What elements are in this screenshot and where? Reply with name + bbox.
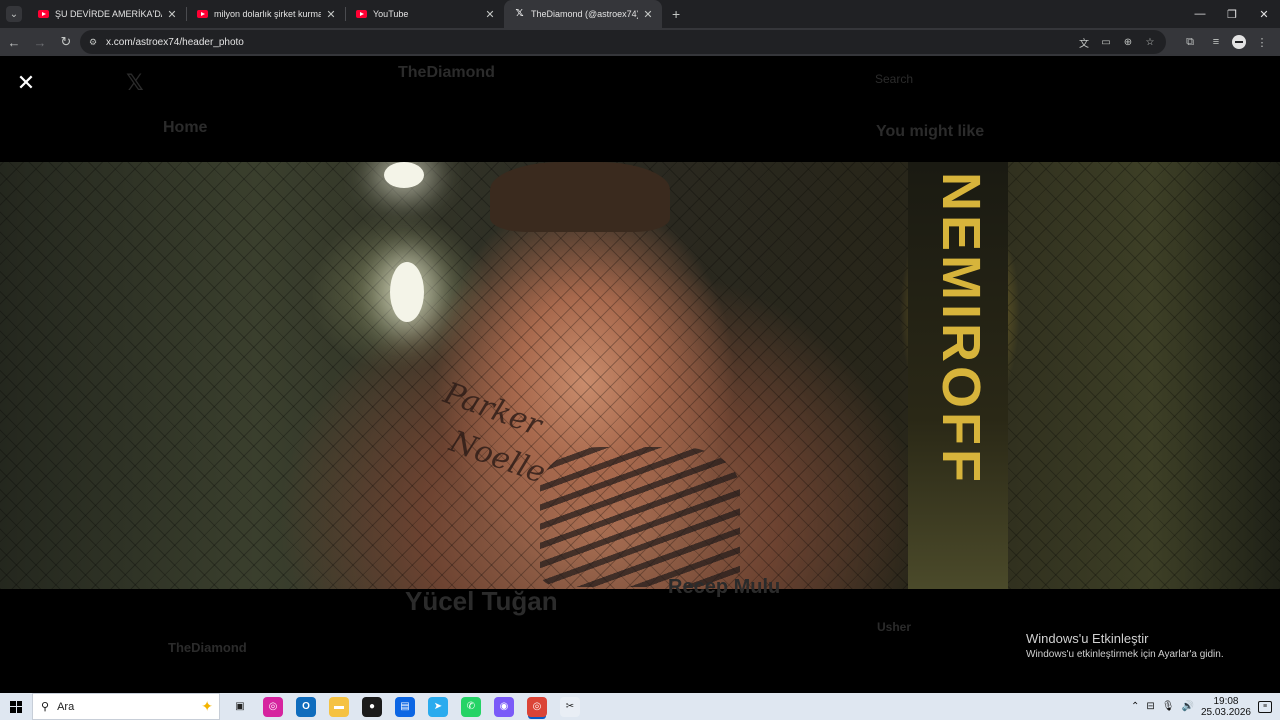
restore-button[interactable]: ❐: [1216, 0, 1248, 28]
tab-0[interactable]: ŞU DEVİRDE AMERİKA'DA YAŞAMAK ✕: [28, 0, 186, 28]
arena-light: [390, 262, 424, 322]
tab-2[interactable]: YouTube ✕: [346, 0, 504, 28]
search-icon: ⚲: [41, 701, 50, 713]
task-view-icon[interactable]: ▣: [230, 696, 250, 717]
tab-close-icon[interactable]: ✕: [325, 8, 337, 21]
tab-close-icon[interactable]: ✕: [166, 8, 178, 21]
chrome-icon[interactable]: ◎: [527, 696, 547, 717]
whatsapp-icon[interactable]: ✆: [461, 696, 481, 717]
ghost-profile-name: TheDiamond: [398, 64, 495, 81]
x-icon: 𝕏: [515, 8, 524, 19]
arena-light: [384, 162, 424, 188]
tab-close-icon[interactable]: ✕: [484, 8, 496, 21]
back-button[interactable]: ←: [2, 30, 26, 54]
ghost-search: Search: [875, 72, 914, 86]
tab-3-active[interactable]: 𝕏 TheDiamond (@astroex74) / X ✕: [504, 0, 662, 28]
x-logo-icon: 𝕏: [126, 70, 144, 95]
tab-title: YouTube: [373, 9, 409, 19]
reload-button[interactable]: ↻: [54, 30, 78, 54]
header-photo: NEMIROFF Parker Noelle: [0, 162, 1280, 589]
cast-icon[interactable]: ▭: [1098, 37, 1114, 48]
menu-kebab-icon[interactable]: ⋮: [1252, 36, 1272, 49]
clock-date: 25.03.2026: [1200, 706, 1251, 718]
header-photo-viewer: 𝕏 TheDiamond Home Search You might like …: [0, 56, 1280, 693]
url-text[interactable]: x.com/astroex74/header_photo: [106, 37, 244, 48]
extensions-icon[interactable]: ⧉: [1180, 36, 1200, 49]
close-window-button[interactable]: ✕: [1248, 0, 1280, 28]
windows-logo-icon: [10, 700, 22, 713]
profile-avatar-icon[interactable]: [1232, 35, 1246, 49]
notification-icon[interactable]: ≡: [1258, 700, 1272, 713]
fighter-hair: [490, 162, 670, 232]
close-viewer-button[interactable]: ✕: [16, 72, 36, 94]
instagram-icon[interactable]: ◎: [263, 696, 283, 717]
taskbar-apps: ▣ ◎ O ▬ ● ▤ ➤ ✆ ◉ ◎ ✂: [230, 696, 580, 717]
trello-icon[interactable]: ▤: [395, 696, 415, 717]
spotify-like-icon[interactable]: ●: [362, 696, 382, 717]
site-info-icon[interactable]: ⚙: [86, 35, 100, 49]
windows-taskbar: ⚲ Ara ✦ ▣ ◎ O ▬ ● ▤ ➤ ✆ ◉ ◎ ✂ ⌃ ⊟ 🎙 🔊 19:08 25.03.…: [0, 693, 1280, 720]
tab-close-icon[interactable]: ✕: [642, 8, 654, 21]
toolbar-right: ⧉ ≡ ⋮: [1180, 30, 1272, 54]
ghost-nav-home: Home: [163, 119, 208, 136]
ghost-suggestion: Usher: [877, 620, 912, 634]
translate-icon[interactable]: 文: [1076, 35, 1092, 50]
tray-overflow-icon[interactable]: ⌃: [1131, 701, 1139, 712]
browser-tab-strip: ⌄ ŞU DEVİRDE AMERİKA'DA YAŞAMAK ✕ milyon…: [0, 0, 1280, 28]
tab-1[interactable]: milyon dolarlık şirket kurma rehberi ✕: [187, 0, 345, 28]
volume-icon[interactable]: 🔊: [1181, 701, 1193, 712]
windows-activation-watermark: Windows'u Etkinleştir Windows'u etkinleş…: [1026, 631, 1224, 660]
search-highlight-icon: ✦: [201, 698, 213, 714]
new-tab-button[interactable]: +: [672, 6, 680, 22]
tab-title: milyon dolarlık şirket kurma rehberi: [214, 9, 321, 19]
telegram-icon[interactable]: ➤: [428, 696, 448, 717]
banner-text: NEMIROFF: [931, 172, 991, 486]
youtube-icon: [38, 10, 49, 18]
messenger-icon[interactable]: ◉: [494, 696, 514, 717]
media-controls-icon[interactable]: ≡: [1206, 36, 1226, 48]
minimize-button[interactable]: —: [1184, 0, 1216, 28]
system-tray: ⌃ ⊟ 🎙 🔊 19:08 25.03.2026 ≡: [1131, 693, 1280, 720]
bookmark-star-icon[interactable]: ☆: [1142, 37, 1158, 48]
youtube-icon: [197, 10, 208, 18]
browser-toolbar: ← → ↻ ⚙ x.com/astroex74/header_photo 文 ▭…: [0, 28, 1280, 56]
address-bar[interactable]: ⚙ x.com/astroex74/header_photo 文 ▭ ⊕ ☆: [80, 30, 1166, 54]
omnibox-actions: 文 ▭ ⊕ ☆: [1076, 30, 1158, 54]
ghost-sidebar-heading: You might like: [876, 123, 985, 140]
clock-time: 19:08: [1213, 695, 1239, 707]
network-icon[interactable]: ⊟: [1146, 701, 1154, 712]
tab-title: ŞU DEVİRDE AMERİKA'DA YAŞAMAK: [55, 9, 162, 19]
ghost-post-author: TheDiamond: [168, 640, 247, 655]
window-controls: — ❐ ✕: [1184, 0, 1280, 28]
activation-subtitle: Windows'u etkinleştirmek için Ayarlar'a …: [1026, 649, 1224, 660]
ghost-caption-right: Recep Mulu: [668, 576, 781, 598]
file-explorer-icon[interactable]: ▬: [329, 696, 349, 717]
snipping-tool-icon[interactable]: ✂: [560, 696, 580, 717]
sponsor-banner: NEMIROFF: [908, 162, 1008, 589]
forward-button[interactable]: →: [28, 30, 52, 54]
taskbar-search[interactable]: ⚲ Ara ✦: [32, 693, 220, 720]
chest-tattoo: [540, 447, 740, 587]
tab-search-icon[interactable]: ⌄: [6, 6, 22, 22]
outlook-icon[interactable]: O: [296, 696, 316, 717]
youtube-icon: [356, 10, 367, 18]
search-placeholder: Ara: [57, 700, 75, 713]
zoom-icon[interactable]: ⊕: [1120, 37, 1136, 48]
start-button[interactable]: [0, 693, 32, 720]
activation-title: Windows'u Etkinleştir: [1026, 631, 1149, 646]
clock[interactable]: 19:08 25.03.2026: [1201, 696, 1251, 718]
ghost-caption-left: Yücel Tuğan: [405, 586, 558, 616]
microphone-icon[interactable]: 🎙: [1162, 701, 1175, 712]
tab-title: TheDiamond (@astroex74) / X: [531, 9, 638, 19]
